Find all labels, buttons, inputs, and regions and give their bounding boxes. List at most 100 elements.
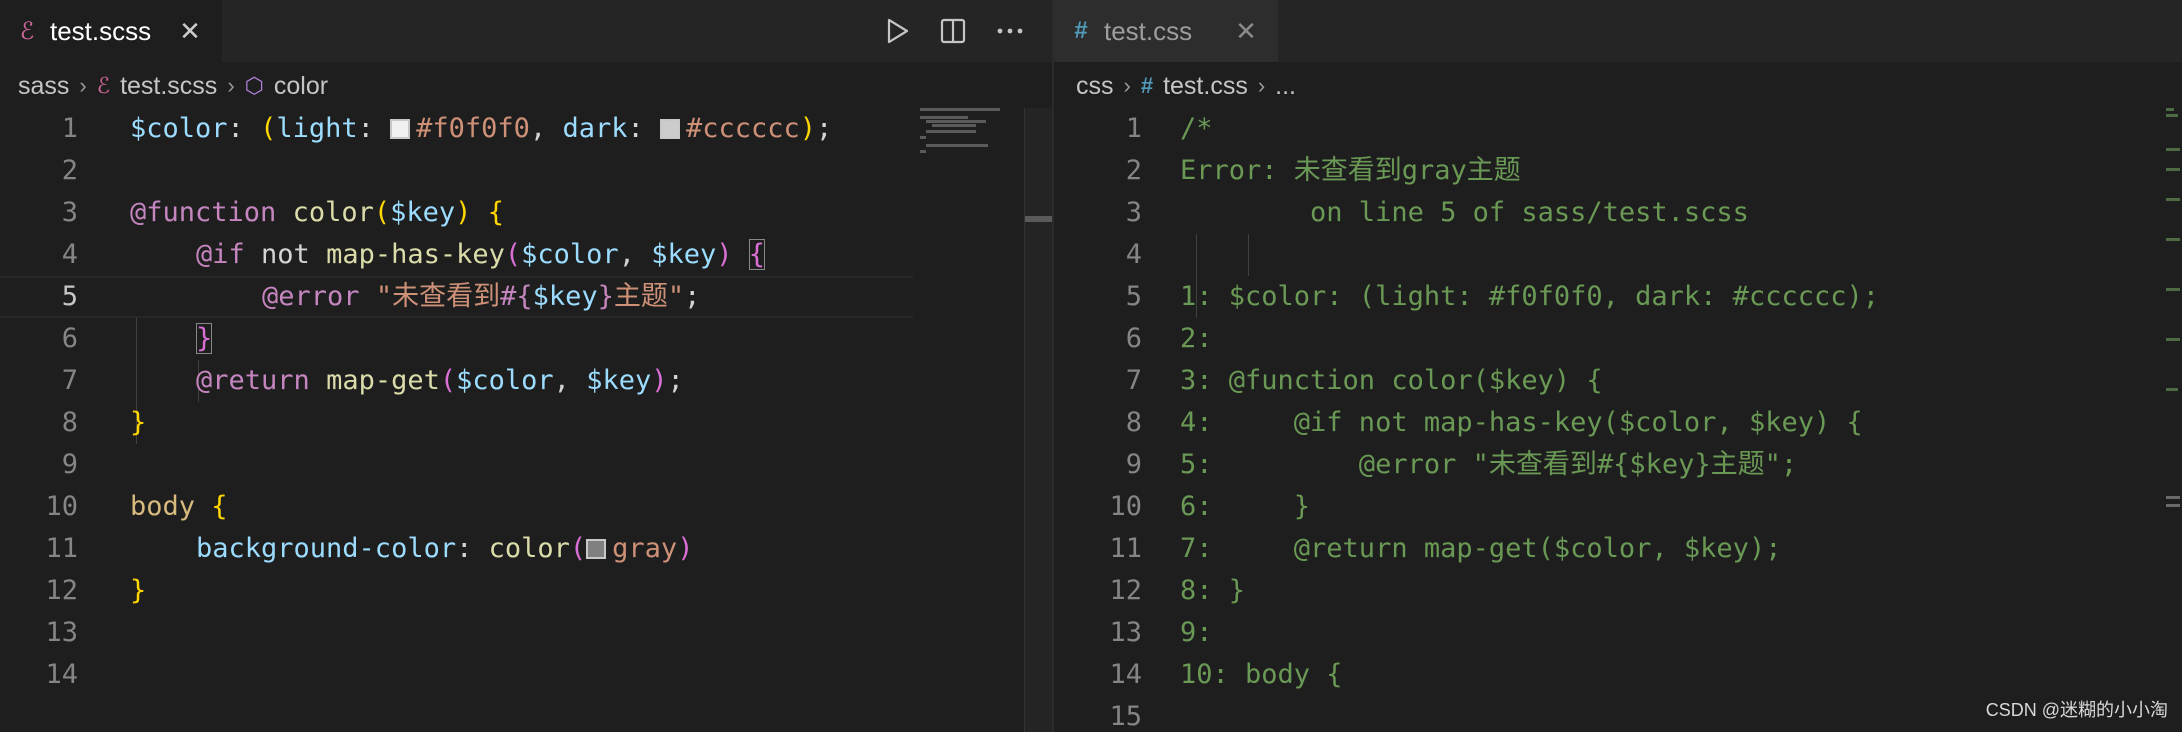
- code-line: 13: [0, 612, 832, 654]
- chevron-right-icon: ›: [227, 73, 235, 98]
- line-number: 8: [1125, 407, 1142, 438]
- code-line: 7 3: @function color($key) {: [1054, 360, 1879, 402]
- code-line: 8 }: [0, 402, 832, 444]
- code-line-current: 5 @error "未查看到#{$key}主题";: [0, 276, 913, 318]
- breadcrumb-file[interactable]: test.scss: [120, 72, 217, 101]
- right-editor-group: # test.css ✕ css › # test.css › ... 1 /* …: [1052, 0, 2182, 732]
- code-line: 9 5: @error "未查看到#{$key}主题";: [1054, 444, 1879, 486]
- scrollbar[interactable]: [1024, 108, 1052, 732]
- color-swatch-gray[interactable]: [586, 539, 607, 559]
- line-content: 10: body {: [1180, 659, 1343, 690]
- line-number: 2: [1125, 155, 1142, 186]
- code-line: 8 4: @if not map-has-key($color, $key) {: [1054, 402, 1879, 444]
- split-editor-icon[interactable]: [940, 18, 966, 44]
- line-content: /*: [1180, 113, 1213, 144]
- code-editor[interactable]: 1 $color: (light: #f0f0f0, dark: #cccccc…: [0, 108, 913, 696]
- code-line: 6 2:: [1054, 318, 1879, 360]
- line-content: 9:: [1180, 617, 1213, 648]
- code-line: 6 }: [0, 318, 832, 360]
- line-number: 11: [45, 533, 78, 564]
- tab-test-css[interactable]: # test.css ✕: [1054, 0, 1278, 62]
- breadcrumb-symbol[interactable]: color: [274, 72, 328, 101]
- line-number: 3: [1125, 197, 1142, 228]
- watermark: CSDN @迷糊的小小淘: [1985, 700, 2168, 720]
- minimap[interactable]: [2164, 108, 2182, 732]
- code-line: 10 body {: [0, 486, 832, 528]
- line-number: 8: [61, 407, 78, 438]
- line-number: 4: [1125, 239, 1142, 270]
- breadcrumb-folder[interactable]: sass: [18, 72, 69, 101]
- line-content: 8: }: [1180, 575, 1246, 606]
- close-icon[interactable]: ✕: [1232, 16, 1260, 47]
- more-icon[interactable]: [996, 27, 1024, 35]
- line-number: 13: [45, 617, 78, 648]
- code-line: 12 8: }: [1054, 570, 1879, 612]
- tab-label: test.scss: [50, 15, 152, 46]
- line-number: 6: [1125, 323, 1142, 354]
- code-line: 2: [0, 150, 832, 192]
- line-number: 10: [45, 491, 78, 522]
- line-content: }: [196, 323, 213, 354]
- breadcrumb: sass › ℰ test.scss › ⬡ color: [18, 66, 328, 106]
- minimap[interactable]: [914, 108, 1024, 732]
- color-swatch-light[interactable]: [390, 119, 411, 139]
- line-number: 6: [61, 323, 78, 354]
- code-line: 13 9:: [1054, 612, 1879, 654]
- css-file-icon: #: [1074, 17, 1088, 44]
- line-number: 12: [45, 575, 78, 606]
- line-number: 1: [1125, 113, 1142, 144]
- code-line: 9: [0, 444, 832, 486]
- code-line: 10 6: }: [1054, 486, 1879, 528]
- code-line: 3 @function color($key) {: [0, 192, 832, 234]
- line-content: 6: }: [1180, 491, 1311, 522]
- line-content: 4: @if not map-has-key($color, $key) {: [1180, 407, 1863, 438]
- line-number: 7: [1125, 365, 1142, 396]
- line-number: 9: [1125, 449, 1142, 480]
- breadcrumb-file[interactable]: test.css: [1163, 72, 1248, 101]
- line-content: 2:: [1180, 323, 1213, 354]
- line-number: 11: [1109, 533, 1142, 564]
- code-line: 2 Error: 未查看到gray主题: [1054, 150, 1879, 192]
- breadcrumb-symbol[interactable]: ...: [1275, 72, 1296, 101]
- line-content: @function color($key) {: [130, 197, 504, 228]
- code-line: 11 7: @return map-get($color, $key);: [1054, 528, 1879, 570]
- code-line: 4 @if not map-has-key($color, $key) {: [0, 234, 832, 276]
- code-line: 1 $color: (light: #f0f0f0, dark: #cccccc…: [0, 108, 833, 150]
- left-editor-group: ℰ test.scss ✕ sass › ℰ test.scss › ⬡ col…: [0, 0, 1052, 732]
- breadcrumb: css › # test.css › ...: [1076, 66, 1296, 106]
- color-swatch-dark[interactable]: [659, 119, 680, 139]
- line-number: 2: [61, 155, 78, 186]
- code-line: 1 /*: [1054, 108, 1879, 150]
- symbol-function-icon: ⬡: [244, 73, 264, 98]
- right-tab-bar: # test.css ✕: [1054, 0, 2182, 62]
- code-editor[interactable]: 1 /* 2 Error: 未查看到gray主题 3 on line 5 of sa…: [1054, 108, 1879, 732]
- line-number: 10: [1109, 491, 1142, 522]
- chevron-right-icon: ›: [1123, 73, 1131, 98]
- line-number: 15: [1109, 701, 1142, 732]
- tab-label: test.css: [1104, 15, 1193, 46]
- chevron-right-icon: ›: [1257, 73, 1266, 98]
- line-number: 9: [61, 449, 78, 480]
- line-content: 3: @function color($key) {: [1180, 365, 1603, 396]
- close-icon[interactable]: ✕: [176, 16, 204, 47]
- line-number: 14: [1109, 659, 1142, 690]
- line-content: @return map-get($color, $key);: [196, 365, 684, 396]
- line-content: Error: 未查看到gray主题: [1180, 155, 1521, 186]
- line-content: on line 5 of sass/test.scss: [1180, 197, 1749, 228]
- line-content: body {: [130, 491, 228, 522]
- line-content: background-color: color(gray): [196, 533, 694, 564]
- tab-test-scss[interactable]: ℰ test.scss ✕: [0, 0, 222, 62]
- line-number: 1: [61, 113, 78, 144]
- breadcrumb-folder[interactable]: css: [1076, 72, 1114, 101]
- line-content: }: [130, 407, 147, 438]
- line-number: 14: [45, 659, 78, 690]
- sass-file-icon: ℰ: [19, 17, 35, 45]
- line-number: 3: [61, 197, 78, 228]
- workbench: ℰ test.scss ✕ sass › ℰ test.scss › ⬡ col…: [0, 0, 2182, 732]
- sass-file-icon: ℰ: [96, 73, 111, 98]
- code-line: 4: [1054, 234, 1879, 276]
- play-icon[interactable]: [886, 18, 910, 44]
- scroll-thumb[interactable]: [1025, 216, 1052, 222]
- line-number: 13: [1109, 617, 1142, 648]
- line-number: 4: [61, 239, 78, 270]
